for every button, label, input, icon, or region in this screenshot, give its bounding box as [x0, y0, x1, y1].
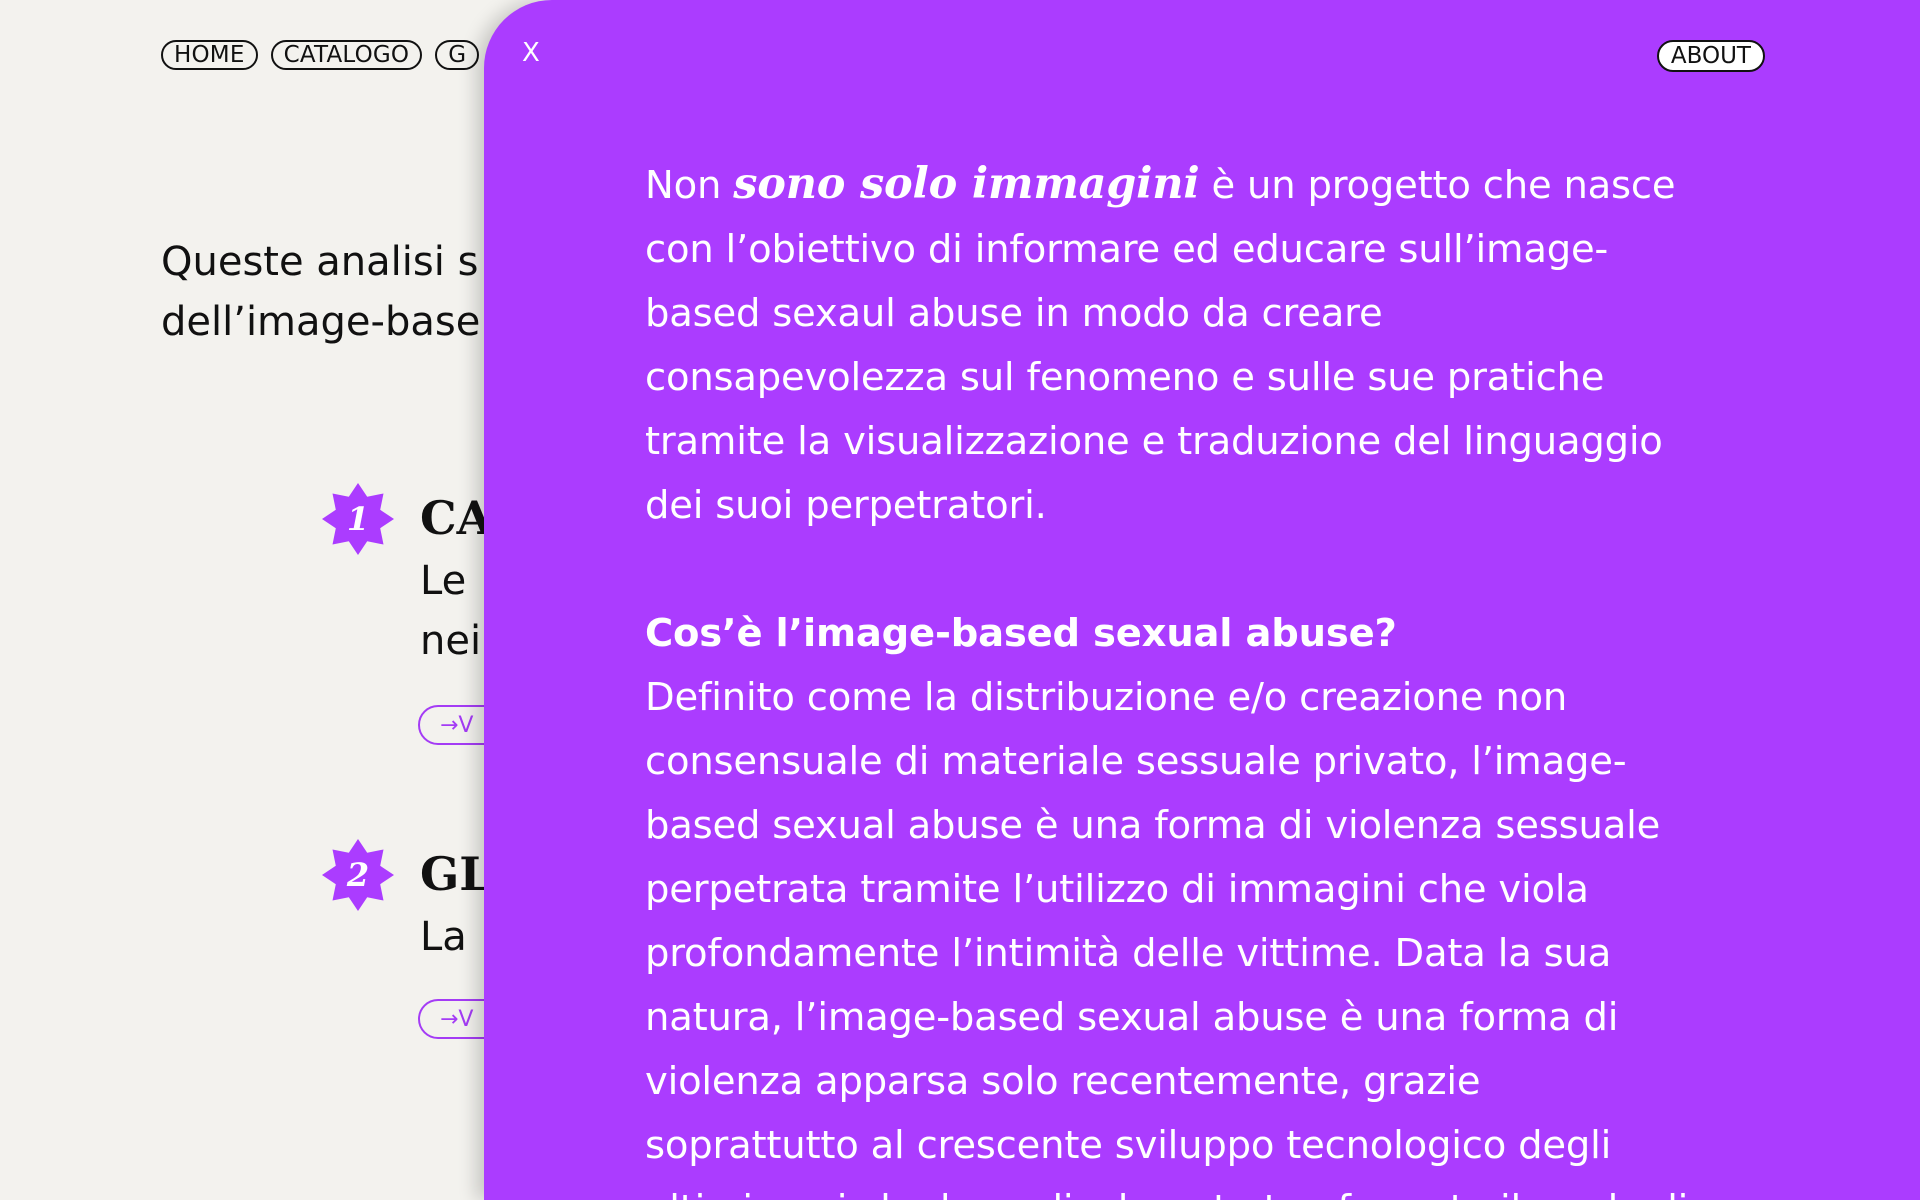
nav-third-button[interactable]: G: [435, 40, 480, 70]
about-intro-rest: è un progetto che nasce: [1199, 163, 1676, 208]
project-name: sono solo immagini: [733, 159, 1200, 209]
about-heading: Cos’è l’image-based sexual abuse?: [645, 611, 1397, 656]
about-body-line: violenza apparsa solo recentemente, graz…: [645, 1059, 1481, 1104]
step-line: nei: [420, 618, 482, 664]
about-panel: X ABOUT Non sono solo immagini è un prog…: [484, 0, 1920, 1200]
page: HOME CATALOGO G Queste analisi s dell’im…: [0, 0, 1920, 1200]
about-intro-prefix: Non: [645, 163, 734, 208]
step-description: La: [420, 907, 467, 967]
about-body-line: based sexual abuse è una forma di violen…: [645, 803, 1661, 848]
step-number: 2: [346, 856, 370, 894]
about-body-line: soprattutto al crescente sviluppo tecnol…: [645, 1123, 1612, 1168]
about-intro-line: consapevolezza sul fenomeno e sulle sue …: [645, 355, 1605, 400]
about-content: Non sono solo immagini è un progetto che…: [645, 152, 1765, 1200]
star-badge-icon: 1: [322, 483, 394, 555]
about-intro-line: con l’obiettivo di informare ed educare …: [645, 227, 1609, 272]
about-intro-line: dei suoi perpetratori.: [645, 483, 1047, 528]
nav-catalogo-button[interactable]: CATALOGO: [270, 40, 423, 70]
about-intro-line: Non sono solo immagini è un progetto che…: [645, 152, 1765, 218]
step-title: CA: [420, 491, 493, 545]
about-body-line: natura, l’image-based sexual abuse è una…: [645, 995, 1619, 1040]
top-nav: HOME CATALOGO G: [161, 40, 480, 70]
about-intro-line: based sexaul abuse in modo da creare: [645, 291, 1383, 336]
about-intro-line: tramite la visualizzazione e traduzione …: [645, 419, 1663, 464]
step-line: La: [420, 914, 467, 960]
star-badge-icon: 2: [322, 839, 394, 911]
step-title: GL: [420, 847, 492, 901]
close-button[interactable]: X: [522, 38, 540, 68]
about-body-line: ultimi anni che ha radicalmente trasform…: [645, 1178, 1765, 1200]
step-number: 1: [346, 500, 370, 538]
about-button[interactable]: ABOUT: [1656, 40, 1765, 72]
step-line: Le: [420, 558, 467, 604]
about-body-line: Definito come la distribuzione e/o creaz…: [645, 675, 1568, 720]
about-body-line: perpetrata tramite l’utilizzo di immagin…: [645, 867, 1589, 912]
about-body-line: consensuale di materiale sessuale privat…: [645, 739, 1627, 784]
about-body-line: profondamente l’intimità delle vittime. …: [645, 931, 1612, 976]
nav-home-button[interactable]: HOME: [161, 40, 258, 70]
step-description: Le nei: [420, 551, 481, 671]
